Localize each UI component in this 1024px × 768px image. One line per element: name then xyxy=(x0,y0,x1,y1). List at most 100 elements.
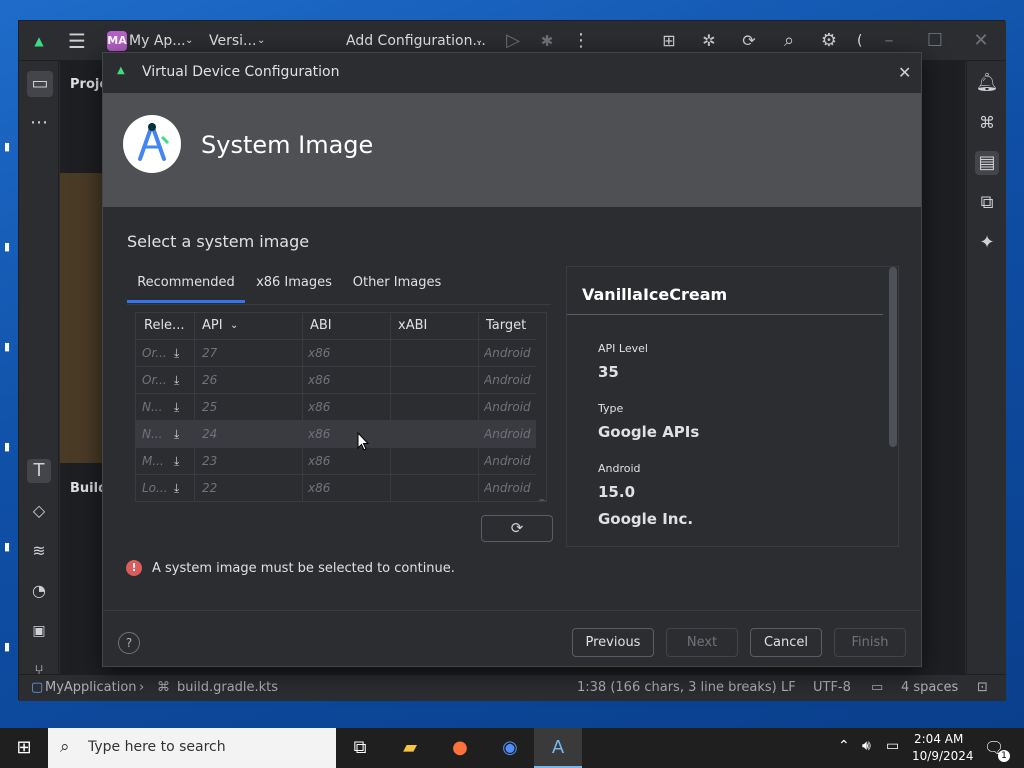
details-scrollbar[interactable] xyxy=(889,267,897,447)
device-mirror-icon[interactable]: ⧉ xyxy=(975,191,999,215)
chrome-icon[interactable]: ◉ xyxy=(486,728,534,768)
close-icon[interactable]: ✕ xyxy=(898,63,911,82)
lock-icon[interactable]: ⊡ xyxy=(977,675,988,701)
column-header-abi[interactable]: ABI xyxy=(310,313,332,339)
android-studio-logo xyxy=(123,115,181,173)
settings-icon[interactable]: ⚙ xyxy=(817,29,841,53)
run-icon[interactable]: ▷ xyxy=(501,29,525,53)
tab-x86-images[interactable]: x86 Images xyxy=(255,263,333,303)
column-header-release[interactable]: Rele... xyxy=(144,313,184,339)
desktop-icon[interactable]: ▮ xyxy=(4,240,10,253)
search-placeholder: Type here to search xyxy=(88,739,226,755)
desktop-icon[interactable]: ▮ xyxy=(4,540,10,553)
clock-time[interactable]: 2:04 AM xyxy=(914,732,963,746)
gradle-icon[interactable]: ⌘ xyxy=(975,111,999,135)
project-tree-strip xyxy=(60,173,102,463)
windows-start-icon[interactable]: ⊞ xyxy=(0,728,48,768)
firefox-icon[interactable]: ● xyxy=(436,728,484,768)
desktop-icon[interactable]: ▮ xyxy=(4,440,10,453)
network-icon[interactable]: ▭ xyxy=(886,738,899,754)
notification-count: 1 xyxy=(998,750,1010,762)
problems-icon[interactable]: ◔ xyxy=(27,579,51,603)
sparkle-icon[interactable]: ✦ xyxy=(975,231,999,255)
task-view-icon[interactable]: ⧉ xyxy=(336,728,384,768)
folder-icon[interactable]: ▭ xyxy=(27,71,53,97)
table-cell-target: Android xyxy=(484,373,531,387)
readonly-icon[interactable]: ▭ xyxy=(871,675,883,701)
maximize-icon[interactable]: ☐ xyxy=(923,29,947,53)
file-explorer-icon[interactable]: ▰ xyxy=(386,728,434,768)
indent-setting[interactable]: 4 spaces xyxy=(901,675,958,701)
more-icon[interactable]: ⋯ xyxy=(27,111,51,135)
desktop-icon[interactable]: ▮ xyxy=(4,640,10,653)
sync-icon[interactable]: ⟳ xyxy=(737,29,761,53)
hammer-icon[interactable]: T xyxy=(27,459,51,483)
sort-chevron-icon: ⌄ xyxy=(230,320,239,331)
download-icon[interactable]: ⤓ xyxy=(174,421,179,448)
type-value: Google APIs xyxy=(598,423,700,441)
finish-button[interactable]: Finish xyxy=(834,628,906,657)
refresh-button[interactable]: ⟳ xyxy=(481,515,553,542)
column-header-api[interactable]: API xyxy=(202,313,223,339)
error-message: A system image must be selected to conti… xyxy=(152,561,455,576)
android-version-value: 15.0 xyxy=(598,483,636,501)
table-cell-api: 23 xyxy=(202,454,218,468)
refresh-icon: ⟳ xyxy=(510,519,524,537)
download-icon[interactable]: ⤓ xyxy=(174,367,179,394)
caret-position[interactable]: 1:38 (166 chars, 3 line breaks) xyxy=(577,675,777,701)
gem-icon[interactable]: ◇ xyxy=(27,499,51,523)
table-row[interactable]: M... 23 x86 Android ⤓ xyxy=(136,447,536,474)
device-manager-icon[interactable]: ⊞ xyxy=(657,29,681,53)
breadcrumb-project[interactable]: MyApplication xyxy=(45,675,137,701)
table-cell-abi: x86 xyxy=(308,346,331,360)
clock-date[interactable]: 10/9/2024 xyxy=(912,749,974,763)
taskbar-search-box[interactable]: ⌕ Type here to search xyxy=(48,728,336,768)
tab-divider xyxy=(127,304,551,305)
bug-icon[interactable]: ✲ xyxy=(697,29,721,53)
column-header-xabi[interactable]: xABI xyxy=(398,313,427,339)
table-scrollbar[interactable] xyxy=(538,499,546,501)
previous-button[interactable]: Previous xyxy=(572,628,654,657)
table-cell-api: 22 xyxy=(202,481,218,495)
status-bar: ▢ MyApplication › ⌘ build.gradle.kts 1:3… xyxy=(19,674,1006,701)
right-tool-rail: 🔔︎ ⌘ ▤ ⧉ ✦ xyxy=(966,61,1006,674)
vendor-value: Google Inc. xyxy=(598,510,694,528)
more-icon[interactable]: ⋮ xyxy=(569,29,593,53)
debug-icon[interactable]: ✱ xyxy=(535,29,559,53)
table-cell-abi: x86 xyxy=(308,373,331,387)
download-icon[interactable]: ⤓ xyxy=(174,340,179,367)
download-icon[interactable]: ⤓ xyxy=(174,475,179,501)
device-manager-icon[interactable]: ▤ xyxy=(975,151,999,175)
table-row[interactable]: Lo... 22 x86 Android ⤓ xyxy=(136,474,536,501)
bell-icon[interactable]: 🔔︎ xyxy=(975,71,999,95)
line-ending[interactable]: LF xyxy=(781,675,796,701)
table-row[interactable]: Or... 27 x86 Android ⤓ xyxy=(136,339,536,366)
android-icon: ▲ xyxy=(117,65,125,76)
table-row[interactable]: N... 25 x86 Android ⤓ xyxy=(136,393,536,420)
help-icon[interactable]: ? xyxy=(118,632,140,654)
cancel-button[interactable]: Cancel xyxy=(750,628,822,657)
tab-recommended[interactable]: Recommended xyxy=(127,263,245,303)
dialog-title: Virtual Device Configuration xyxy=(142,64,340,80)
android-studio-icon[interactable]: A xyxy=(534,728,582,768)
download-icon[interactable]: ⤓ xyxy=(174,448,179,475)
search-icon[interactable]: ⌕ xyxy=(777,29,801,53)
file-encoding[interactable]: UTF-8 xyxy=(813,675,851,701)
column-header-target[interactable]: Target xyxy=(486,313,526,339)
download-icon[interactable]: ⤓ xyxy=(174,394,179,421)
table-row[interactable]: N... 24 x86 Android ⤓ xyxy=(136,420,536,447)
logcat-icon[interactable]: ≋ xyxy=(27,539,51,563)
desktop-icon[interactable]: ▮ xyxy=(4,140,10,153)
close-icon[interactable]: ✕ xyxy=(969,29,993,53)
breadcrumb-file[interactable]: build.gradle.kts xyxy=(177,675,278,701)
table-cell-release: Or... xyxy=(142,373,167,387)
chevron-up-icon[interactable]: ⌃ xyxy=(838,738,850,754)
volume-icon[interactable]: 🔊︎ xyxy=(862,738,871,754)
table-row[interactable]: Or... 26 x86 Android ⤓ xyxy=(136,366,536,393)
desktop-icon[interactable]: ▮ xyxy=(4,340,10,353)
hamburger-menu-icon[interactable]: ☰ xyxy=(65,29,89,53)
next-button[interactable]: Next xyxy=(666,628,738,657)
terminal-icon[interactable]: ▣ xyxy=(27,619,51,643)
minimize-icon[interactable]: – xyxy=(877,29,901,53)
tab-other-images[interactable]: Other Images xyxy=(351,263,443,303)
